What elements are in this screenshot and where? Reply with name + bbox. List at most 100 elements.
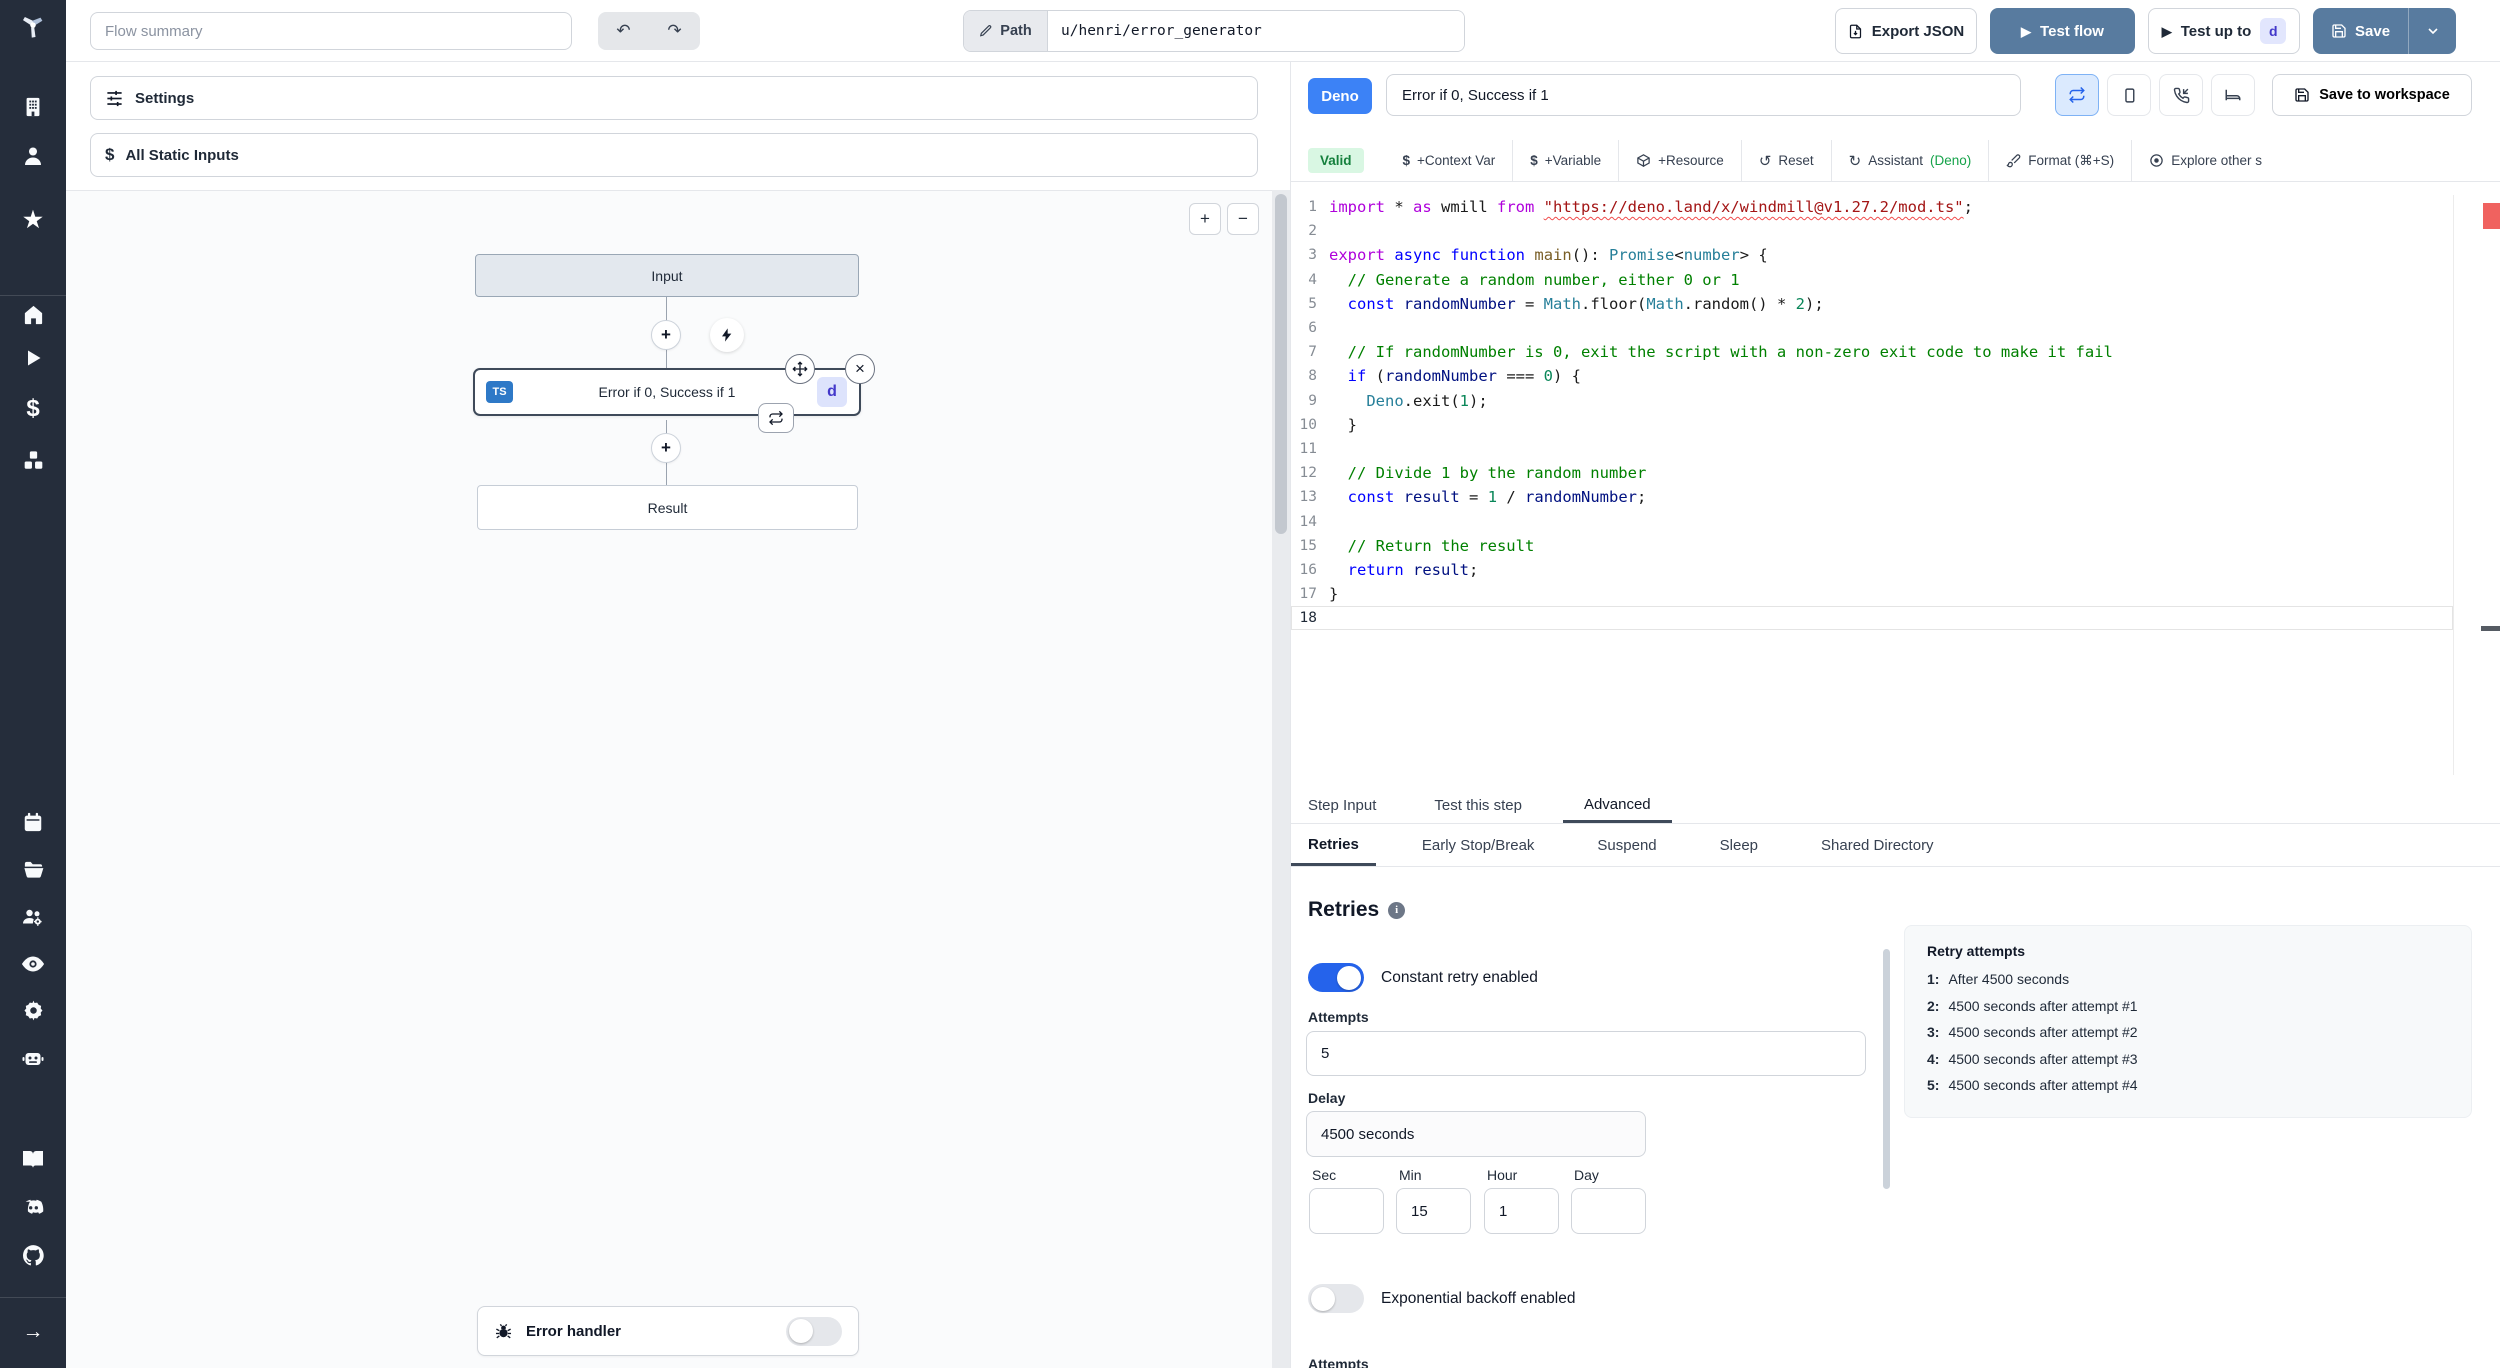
windmill-logo-icon[interactable]	[0, 12, 66, 42]
test-up-to-button[interactable]: ▶ Test up to d	[2148, 8, 2300, 54]
folders-icon[interactable]	[0, 858, 66, 881]
audit-eye-icon[interactable]	[0, 952, 66, 976]
code-line[interactable]: 4 // Generate a random number, either 0 …	[1291, 268, 2453, 292]
code-line[interactable]: 14	[1291, 509, 2453, 533]
delete-step-button[interactable]: ×	[845, 354, 875, 384]
add-variable-button[interactable]: $ +Variable	[1513, 140, 1618, 181]
subtab-early-stop[interactable]: Early Stop/Break	[1405, 825, 1552, 866]
code-line[interactable]: 7 // If randomNumber is 0, exit the scri…	[1291, 340, 2453, 364]
delay-input[interactable]	[1306, 1111, 1646, 1157]
settings-gear-icon[interactable]	[0, 999, 66, 1022]
path-input[interactable]	[1048, 11, 1464, 51]
code-line[interactable]: 17}	[1291, 582, 2453, 606]
input-node[interactable]: Input	[475, 254, 859, 297]
subtab-shared-directory[interactable]: Shared Directory	[1804, 825, 1951, 866]
flow-canvas[interactable]: + − Input + TS Error if 0, Success if 1 …	[66, 190, 1272, 1368]
phone-call-icon-button[interactable]	[2159, 74, 2203, 116]
add-context-var-button[interactable]: $ +Context Var	[1386, 140, 1513, 181]
insert-step-button[interactable]: +	[651, 320, 681, 350]
code-line[interactable]: 8 if (randomNumber === 0) {	[1291, 364, 2453, 388]
code-line[interactable]: 3 export async function main(): Promise<n…	[1291, 243, 2453, 267]
pencil-icon	[980, 25, 992, 37]
line-number: 11	[1299, 440, 1317, 457]
tab-advanced[interactable]: Advanced	[1562, 788, 1672, 823]
move-step-handle[interactable]	[785, 354, 815, 384]
code-line[interactable]: 5 const randomNumber = Math.floor(Math.r…	[1291, 292, 2453, 316]
error-handler-card[interactable]: Error handler	[477, 1306, 859, 1356]
favorites-star-icon[interactable]: ★	[0, 209, 66, 231]
code-line[interactable]: 2	[1291, 219, 2453, 243]
info-icon[interactable]: i	[1388, 901, 1406, 919]
line-number: 6	[1308, 320, 1317, 337]
bed-icon-button[interactable]	[2211, 74, 2255, 116]
runs-play-icon[interactable]	[0, 348, 66, 368]
attempts-input[interactable]	[1306, 1031, 1866, 1076]
redo-button[interactable]: ↷	[649, 12, 700, 50]
schedules-calendar-icon[interactable]	[0, 811, 66, 833]
save-menu-button[interactable]	[2409, 8, 2456, 54]
retry-attempt-item: 2: 4500 seconds after attempt #1	[1927, 997, 2138, 1014]
code-line[interactable]: 6	[1291, 316, 2453, 340]
trigger-bolt-button[interactable]	[710, 318, 744, 352]
test-flow-button[interactable]: ▶ Test flow	[1990, 8, 2135, 54]
subtab-retries[interactable]: Retries	[1291, 825, 1376, 866]
subtab-sleep[interactable]: Sleep	[1703, 825, 1775, 866]
content-scrollbar[interactable]	[1883, 949, 1890, 1189]
code-line[interactable]: 15 // Return the result	[1291, 534, 2453, 558]
flow-summary-input[interactable]	[90, 12, 572, 50]
insert-step-button[interactable]: +	[651, 433, 681, 463]
assistant-button[interactable]: ↻ Assistant (Deno)	[1832, 140, 1989, 181]
code-editor[interactable]: 1 import * as wmill from "https://deno.la…	[1291, 195, 2453, 775]
undo-button[interactable]: ↶	[598, 12, 649, 50]
code-line[interactable]: 16 return result;	[1291, 558, 2453, 582]
format-button[interactable]: Format (⌘+S)	[1989, 140, 2131, 181]
collapse-arrow-icon[interactable]: →	[0, 1321, 66, 1342]
zoom-out-button[interactable]: −	[1227, 203, 1259, 235]
explore-scripts-button[interactable]: Explore other s	[2132, 140, 2279, 181]
code-line[interactable]: 13 const result = 1 / randomNumber;	[1291, 485, 2453, 509]
add-resource-button[interactable]: +Resource	[1619, 140, 1741, 181]
variables-dollar-icon[interactable]: $	[0, 397, 66, 421]
flow-settings-button[interactable]: Settings	[90, 76, 1258, 120]
error-handler-toggle[interactable]	[786, 1316, 842, 1346]
loop-icon-button[interactable]	[2055, 74, 2099, 116]
reset-button[interactable]: ↺ Reset	[1742, 140, 1831, 181]
day-input[interactable]	[1571, 1188, 1646, 1234]
workspace-building-icon[interactable]	[0, 96, 66, 118]
min-input[interactable]	[1396, 1188, 1471, 1234]
save-button[interactable]: Save	[2313, 8, 2410, 54]
groups-users-gear-icon[interactable]	[0, 905, 66, 929]
all-static-inputs-button[interactable]: $ All Static Inputs	[90, 133, 1258, 177]
sec-input[interactable]	[1309, 1188, 1384, 1234]
home-icon[interactable]	[0, 303, 66, 326]
hour-input[interactable]	[1484, 1188, 1559, 1234]
constant-retry-toggle[interactable]	[1308, 963, 1364, 992]
workers-robot-icon[interactable]	[0, 1046, 66, 1070]
code-line[interactable]: 1 import * as wmill from "https://deno.la…	[1291, 195, 2453, 219]
tab-step-input[interactable]: Step Input	[1291, 788, 1393, 823]
code-line[interactable]: 18	[1291, 606, 2453, 631]
docs-book-icon[interactable]	[0, 1147, 66, 1171]
export-icon	[1849, 24, 1861, 38]
subtab-suspend[interactable]: Suspend	[1580, 825, 1673, 866]
code-line[interactable]: 9 Deno.exit(1);	[1291, 389, 2453, 413]
discord-icon[interactable]	[0, 1195, 66, 1220]
window-icon-button[interactable]	[2107, 74, 2151, 116]
github-icon[interactable]	[0, 1243, 66, 1268]
resources-cubes-icon[interactable]	[0, 449, 66, 472]
user-icon[interactable]	[0, 144, 66, 168]
tab-test-this-step[interactable]: Test this step	[1417, 788, 1539, 823]
zoom-in-button[interactable]: +	[1189, 203, 1221, 235]
save-to-workspace-button[interactable]: Save to workspace	[2272, 74, 2472, 116]
line-number: 13	[1299, 489, 1317, 506]
code-line[interactable]: 12 // Divide 1 by the random number	[1291, 461, 2453, 485]
exponential-backoff-label: Exponential backoff enabled	[1381, 1289, 1576, 1307]
retry-indicator-button[interactable]	[758, 403, 794, 433]
step-title-input[interactable]	[1386, 74, 2021, 116]
code-line[interactable]: 11	[1291, 437, 2453, 461]
result-node[interactable]: Result	[477, 485, 858, 530]
export-json-button[interactable]: Export JSON	[1835, 8, 1977, 54]
flow-scrollbar[interactable]	[1272, 190, 1290, 1368]
exponential-backoff-toggle[interactable]	[1308, 1284, 1364, 1313]
code-line[interactable]: 10 }	[1291, 413, 2453, 437]
